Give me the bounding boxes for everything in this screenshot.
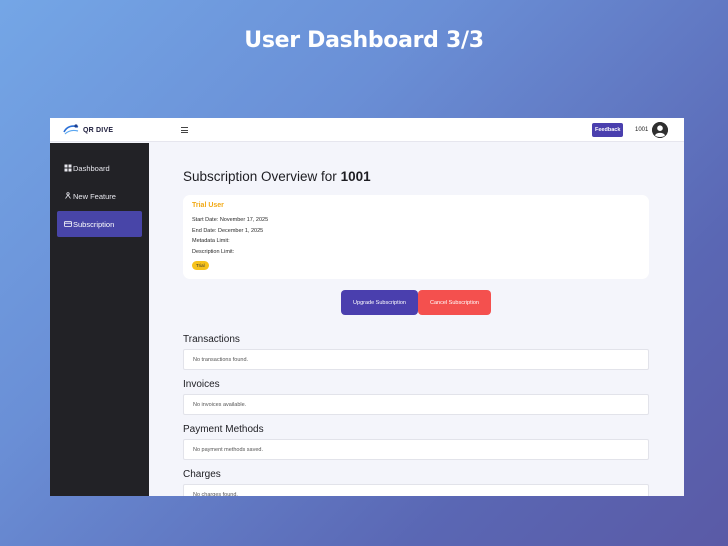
- charges-box: No charges found.: [183, 484, 649, 496]
- page-title-user: 1001: [340, 169, 371, 184]
- sidebar: Dashboard New Feature Subscription: [50, 143, 149, 496]
- page-title-prefix: Subscription Overview for: [183, 169, 341, 184]
- sidebar-item-label: Subscription: [73, 219, 115, 229]
- section-title-transactions: Transactions: [183, 334, 240, 345]
- transactions-box: No transactions found.: [183, 349, 649, 370]
- end-date: End Date: December 1, 2025: [192, 228, 264, 234]
- sidebar-item-dashboard[interactable]: Dashboard: [57, 155, 142, 181]
- feedback-button[interactable]: Feedback: [592, 123, 624, 137]
- page-title: Subscription Overview for 1001: [183, 169, 371, 184]
- metadata-limit: Metadata Limit:: [192, 238, 230, 244]
- start-date: Start Date: November 17, 2025: [192, 217, 269, 223]
- sidebar-item-label: New Feature: [73, 191, 116, 201]
- user-avatar-icon[interactable]: [652, 122, 668, 138]
- cancel-subscription-button[interactable]: Cancel Subscription: [418, 290, 491, 315]
- logo-icon: [63, 124, 79, 135]
- sidebar-item-label: Dashboard: [73, 163, 110, 173]
- plan-name: Trial User: [192, 202, 224, 209]
- user-id-label: 1001: [635, 127, 649, 133]
- grid-icon: [64, 164, 72, 172]
- share-nodes-icon: [65, 192, 71, 199]
- section-title-charges: Charges: [183, 469, 221, 480]
- hamburger-icon[interactable]: [181, 127, 188, 135]
- description-limit: Description Limit:: [192, 249, 235, 255]
- logo-text: QR DIVE: [83, 126, 114, 134]
- section-title-payment-methods: Payment Methods: [183, 424, 264, 435]
- main-content: Subscription Overview for 1001 Trial Use…: [149, 143, 684, 496]
- payment-methods-box: No payment methods saved.: [183, 439, 649, 460]
- logo[interactable]: QR DIVE: [62, 123, 113, 137]
- upgrade-subscription-button[interactable]: Upgrade Subscription: [341, 290, 418, 315]
- section-title-invoices: Invoices: [183, 379, 220, 390]
- status-badge: Trial: [192, 261, 209, 270]
- app-window: QR DIVE Feedback 1001 Dashboard New Feat…: [50, 118, 684, 496]
- slide-title: User Dashboard 3/3: [244, 28, 484, 53]
- invoices-box: No invoices available.: [183, 394, 649, 415]
- top-bar: QR DIVE Feedback 1001: [50, 118, 684, 142]
- sidebar-item-new-feature[interactable]: New Feature: [57, 183, 142, 209]
- card-icon: [64, 221, 72, 227]
- subscription-card: Trial User Start Date: November 17, 2025…: [183, 195, 649, 279]
- sidebar-item-subscription[interactable]: Subscription: [57, 211, 142, 237]
